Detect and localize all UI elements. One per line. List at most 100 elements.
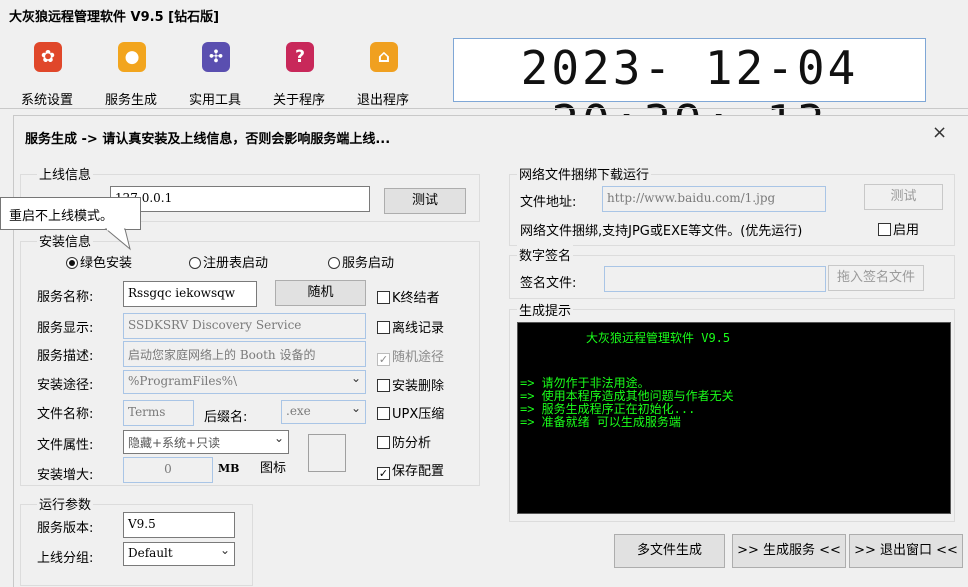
drag-signature-button[interactable]: 拖入签名文件 xyxy=(828,265,924,291)
file-name-input[interactable]: Terms xyxy=(123,400,194,426)
signature-file-input[interactable] xyxy=(604,266,826,292)
toolbar-label: 关于程序 xyxy=(272,93,325,108)
option-save-config[interactable]: ✓ 保存配置 xyxy=(377,460,444,480)
install-path-label: 安装途径: xyxy=(37,378,94,393)
service-display-input[interactable]: SSDKSRV Discovery Service xyxy=(123,313,366,339)
toolbar-label: 退出程序 xyxy=(356,93,409,108)
bundle-title: 网络文件捆绑下载运行 xyxy=(517,164,652,183)
checkbox-label: 随机途径 xyxy=(392,350,445,365)
file-attr-label: 文件属性: xyxy=(37,438,94,453)
check-icon: ✓ xyxy=(377,353,390,366)
file-name-label: 文件名称: xyxy=(37,407,94,422)
version-input[interactable]: V9.5 xyxy=(123,512,235,538)
suffix-select[interactable]: .exe ⌄ xyxy=(281,400,366,424)
option-k-killer[interactable]: K终结者 xyxy=(377,287,440,306)
random-button[interactable]: 随机 xyxy=(275,280,366,306)
install-path-value: %ProgramFiles%\ xyxy=(128,374,238,388)
checkbox-label: 离线记录 xyxy=(392,321,445,336)
check-icon: ✓ xyxy=(377,467,390,480)
toolbar-system-settings[interactable]: ✿ 系统设置 xyxy=(9,42,85,108)
close-icon[interactable]: × xyxy=(932,122,947,143)
home-icon: ⌂ xyxy=(370,42,398,72)
checkbox-box xyxy=(377,321,390,334)
service-desc-label: 服务描述: xyxy=(37,349,94,364)
tooltip-pointer xyxy=(104,228,131,251)
chevron-down-icon: ⌄ xyxy=(350,371,361,385)
chevron-down-icon: ⌄ xyxy=(350,401,361,415)
radio-label: 服务启动 xyxy=(342,256,395,271)
app-title: 大灰狼远程管理软件 V9.5 [钻石版] xyxy=(9,10,220,25)
checkbox-box xyxy=(377,436,390,449)
install-size-input[interactable]: 0 xyxy=(123,457,213,483)
user-icon: ● xyxy=(118,42,146,72)
version-label: 服务版本: xyxy=(37,521,94,536)
url-input[interactable]: http://www.baidu.com/1.jpg xyxy=(602,186,826,212)
signature-file-label: 签名文件: xyxy=(520,276,577,291)
toolbar-label: 实用工具 xyxy=(188,93,241,108)
radio-dot xyxy=(66,257,78,269)
service-display-label: 服务显示: xyxy=(37,321,94,336)
install-info-title: 安装信息 xyxy=(37,231,94,250)
exit-window-button[interactable]: >> 退出窗口 << xyxy=(849,534,963,568)
toolbar-divider xyxy=(0,108,968,109)
group-value: Default xyxy=(128,546,173,560)
suffix-value: .exe xyxy=(286,404,311,418)
test-online-button[interactable]: 测试 xyxy=(384,188,466,214)
checkbox-box xyxy=(377,291,390,304)
chevron-down-icon: ⌄ xyxy=(219,543,230,557)
checkbox-box xyxy=(377,407,390,420)
toolbar-exit[interactable]: ⌂ 退出程序 xyxy=(345,42,421,108)
host-input[interactable]: 127.0.0.1 xyxy=(110,186,370,212)
hint-title: 生成提示 xyxy=(517,300,574,319)
multi-file-generate-button[interactable]: 多文件生成 xyxy=(614,534,725,568)
install-size-label: 安装增大: xyxy=(37,468,94,483)
service-generate-dialog: 服务生成 -> 请认真安装及上线信息，否则会影响服务端上线... × 上线信息 … xyxy=(13,115,968,587)
suffix-label: 后缀名: xyxy=(204,410,248,425)
run-params-title: 运行参数 xyxy=(37,494,94,513)
toolbar-tools[interactable]: ✣ 实用工具 xyxy=(177,42,253,108)
service-name-input[interactable]: Rssgqc iekowsqw xyxy=(123,281,257,307)
radio-registry-startup[interactable]: 注册表启动 xyxy=(189,252,268,271)
service-desc-input[interactable]: 启动您家庭网络上的 Booth 设备的 xyxy=(123,341,366,367)
generate-service-button[interactable]: >> 生成服务 << xyxy=(732,534,846,568)
option-offline-log[interactable]: 离线记录 xyxy=(377,317,444,336)
radio-dot xyxy=(189,257,201,269)
checkbox-label: 启用 xyxy=(893,223,920,238)
signature-title: 数字签名 xyxy=(517,245,574,264)
checkbox-box xyxy=(878,223,891,236)
option-random-path[interactable]: ✓ 随机途径 xyxy=(377,346,444,366)
size-unit-label: MB xyxy=(218,462,240,475)
clock-display: 2023- 12-04 20:39: 13 xyxy=(453,38,926,149)
checkbox-box xyxy=(377,379,390,392)
checkbox-label: 保存配置 xyxy=(392,464,445,479)
toolbar-service-generate[interactable]: ● 服务生成 xyxy=(93,42,169,108)
tooltip-text: 重启不上线模式。 xyxy=(9,209,114,224)
group-label: 上线分组: xyxy=(37,551,94,566)
option-install-delete[interactable]: 安装删除 xyxy=(377,375,444,394)
option-upx[interactable]: UPX压缩 xyxy=(377,403,444,422)
checkbox-label: 防分析 xyxy=(392,436,432,451)
checkbox-label: K终结者 xyxy=(392,291,440,306)
info-icon: ? xyxy=(286,42,314,72)
tools-icon: ✣ xyxy=(202,42,230,72)
toolbar-label: 服务生成 xyxy=(104,93,157,108)
option-anti-analysis[interactable]: 防分析 xyxy=(377,432,431,451)
dialog-title: 服务生成 -> 请认真安装及上线信息，否则会影响服务端上线... xyxy=(25,132,391,147)
file-attr-select[interactable]: 隐藏+系统+只读 ⌄ xyxy=(123,430,289,454)
gear-icon: ✿ xyxy=(34,42,62,72)
toolbar-about[interactable]: ? 关于程序 xyxy=(261,42,337,108)
radio-dot xyxy=(328,257,340,269)
group-select[interactable]: Default ⌄ xyxy=(123,542,235,566)
online-info-title: 上线信息 xyxy=(37,164,94,183)
checkbox-label: 安装删除 xyxy=(392,379,445,394)
service-name-label: 服务名称: xyxy=(37,290,94,305)
install-path-select[interactable]: %ProgramFiles%\ ⌄ xyxy=(123,370,366,394)
console-heading: 大灰狼远程管理软件 V9.5 xyxy=(586,331,731,345)
console-line: => 准备就绪 可以生成服务端 xyxy=(520,415,681,429)
radio-green-install[interactable]: 绿色安装 xyxy=(66,252,132,271)
hint-console: 大灰狼远程管理软件 V9.5 => 请勿作于非法用途。 => 使用本程序造成其他… xyxy=(517,322,951,514)
bundle-test-button[interactable]: 测试 xyxy=(864,184,943,210)
icon-preview[interactable] xyxy=(308,434,346,472)
bundle-enable-checkbox[interactable]: 启用 xyxy=(878,219,919,238)
radio-service-startup[interactable]: 服务启动 xyxy=(328,252,394,271)
